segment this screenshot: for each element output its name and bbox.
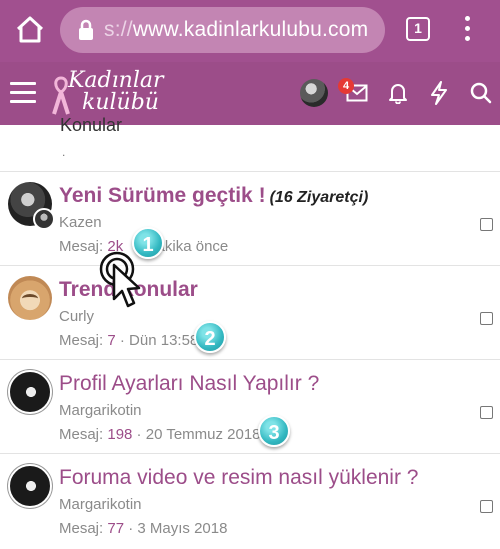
thread-checkbox[interactable] [480, 500, 493, 513]
thread-title[interactable]: Profil Ayarları Nasıl Yapılır ? [59, 372, 319, 396]
address-bar[interactable]: s://www.kadinlarkulubu.com [60, 7, 385, 53]
bell-icon[interactable] [388, 82, 408, 104]
avatar-secondary [33, 208, 55, 230]
avatar[interactable] [8, 370, 52, 414]
section-heading: Konular [60, 115, 123, 135]
home-icon[interactable] [14, 14, 46, 46]
browser-toolbar: s://www.kadinlarkulubu.com 1 [0, 0, 500, 62]
menu-icon[interactable] [10, 82, 36, 104]
thread-title[interactable]: Foruma video ve resim nasıl yüklenir ? [59, 466, 418, 490]
inbox-badge: 4 [338, 78, 354, 94]
thread-row[interactable]: Yeni Sürüme geçtik ! (16 Ziyaretçi) Kazen… [0, 172, 500, 266]
thread-title[interactable]: Yeni Sürüme geçtik ! (16 Ziyaretçi) [59, 184, 368, 208]
thread-list: Konular . Yeni Sürüme geçtik ! (16 Ziyare… [0, 115, 500, 549]
avatar[interactable] [8, 276, 52, 320]
step-badge-2: 2 [194, 321, 226, 353]
user-avatar[interactable] [300, 79, 328, 107]
more-options-icon[interactable] [462, 16, 472, 44]
thread-row[interactable]: Profil Ayarları Nasıl Yapılır ? Margarik… [0, 360, 500, 454]
tap-cursor-icon [99, 251, 141, 308]
thread-meta: Mesaj: 198 · 20 Temmuz 2018 [59, 426, 261, 443]
thread-row[interactable]: Foruma video ve resim nasıl yüklenir ? M… [0, 454, 500, 548]
reply-count[interactable]: 198 [107, 426, 132, 443]
reply-count[interactable]: 7 [107, 332, 115, 349]
lightning-icon[interactable] [430, 81, 448, 105]
thread-meta: Mesaj: 77 · 3 Mayıs 2018 [59, 520, 228, 537]
thread-checkbox[interactable] [480, 406, 493, 419]
thread-title-suffix: (16 Ziyaretçi) [269, 189, 369, 206]
search-icon[interactable] [470, 82, 492, 104]
section-dot: . [62, 145, 66, 159]
site-logo[interactable]: Kadınlar kulübü [52, 66, 172, 122]
lock-icon [79, 19, 93, 40]
thread-author[interactable]: Margarikotin [59, 402, 142, 419]
thread-author[interactable]: Kazen [59, 214, 102, 231]
logo-text: Kadınlar kulübü [68, 68, 164, 115]
thread-meta: Mesaj: 7 · Dün 13:58 [59, 332, 199, 349]
thread-author[interactable]: Curly [59, 308, 94, 325]
step-badge-3: 3 [258, 415, 290, 447]
thread-checkbox[interactable] [480, 218, 493, 231]
tab-switcher-button[interactable]: 1 [406, 17, 430, 41]
url-text: s://www.kadinlarkulubu.com [104, 18, 369, 41]
thread-row[interactable]: Trend konular Curly Mesaj: 7 · Dün 13:58 [0, 266, 500, 360]
thread-author[interactable]: Margarikotin [59, 496, 142, 513]
avatar[interactable] [8, 464, 52, 508]
thread-checkbox[interactable] [480, 312, 493, 325]
reply-count[interactable]: 77 [107, 520, 124, 537]
